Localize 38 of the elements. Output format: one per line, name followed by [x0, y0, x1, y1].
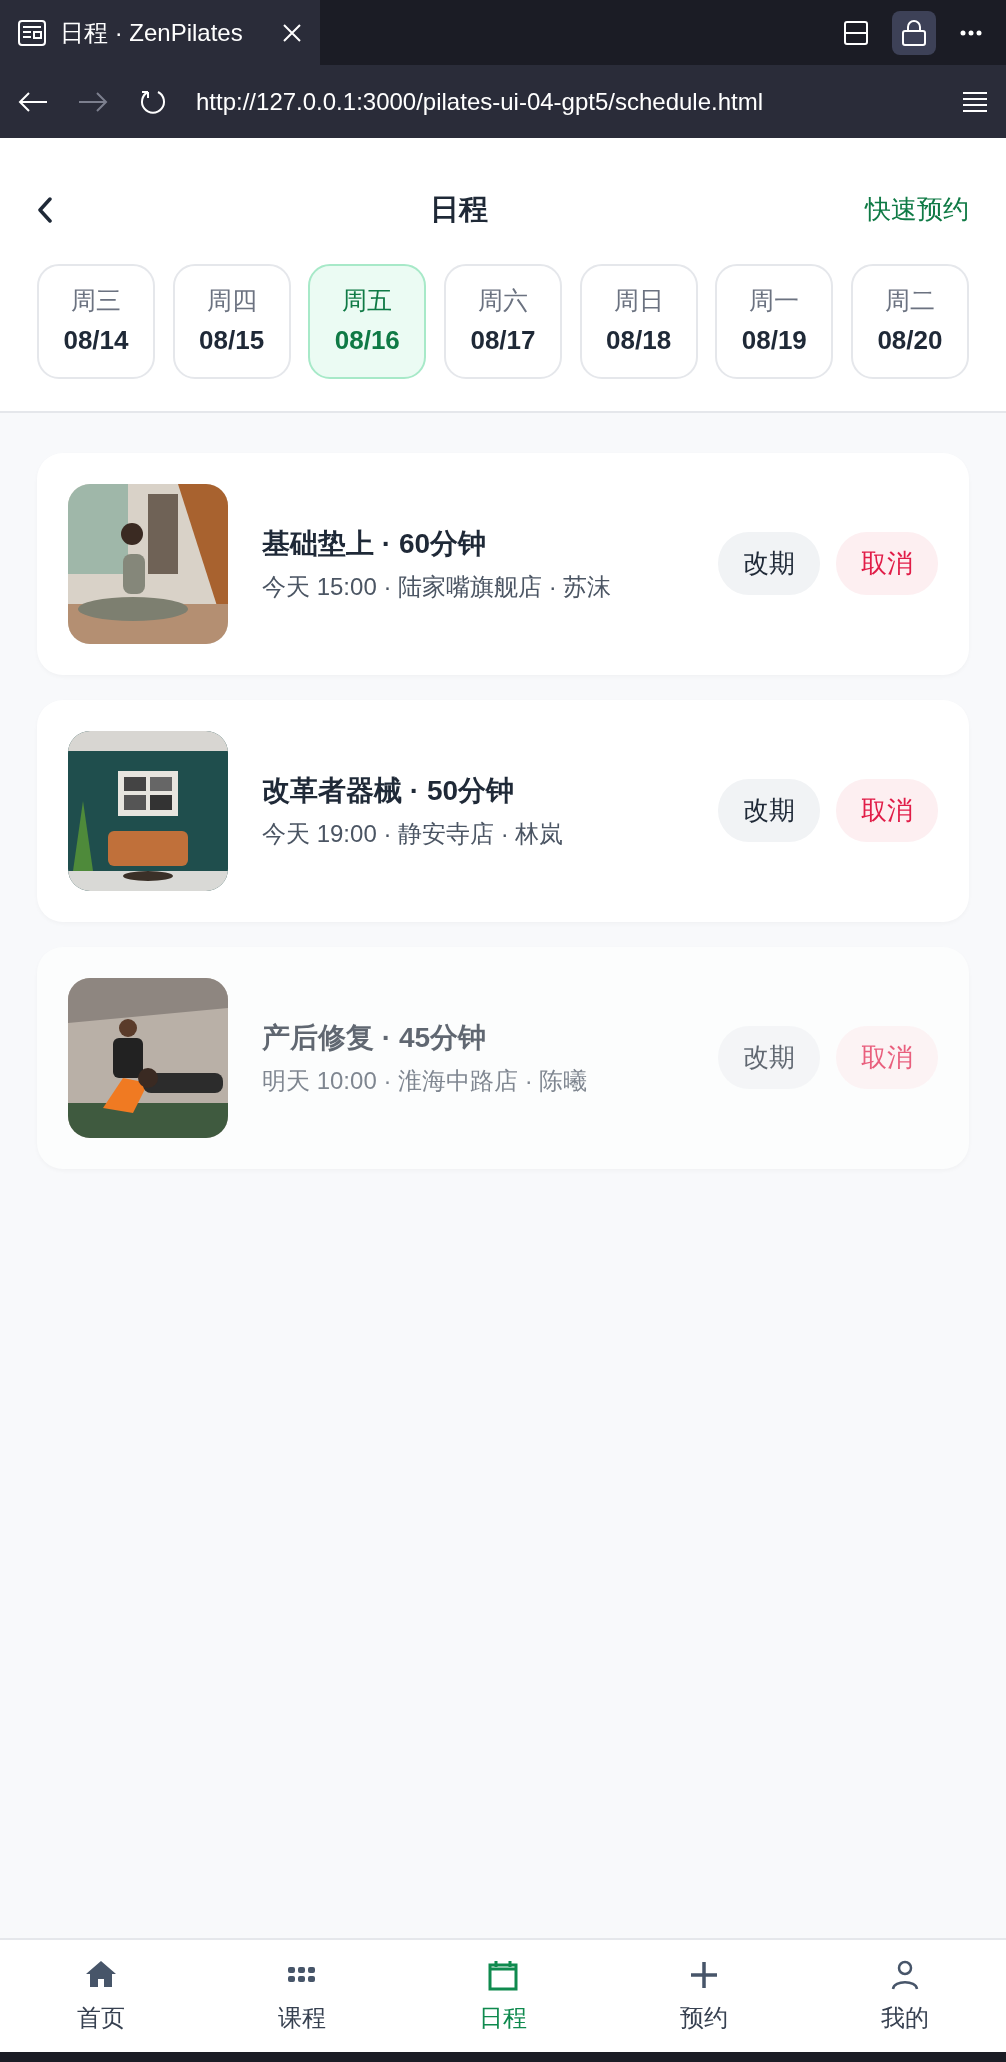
browser-tab[interactable]: 日程 · ZenPilates [0, 0, 320, 65]
date-tab[interactable]: 周二 08/20 [850, 263, 969, 379]
date-tab[interactable]: 周五 08/16 [308, 263, 427, 379]
nav-tab[interactable]: 我的 [804, 1940, 1006, 2052]
forward-arrow-icon[interactable] [78, 90, 108, 113]
nav-tab[interactable]: 日程 [402, 1940, 604, 2052]
reschedule-button[interactable]: 改期 [718, 1026, 820, 1089]
more-icon[interactable] [960, 29, 982, 36]
date-tab[interactable]: 周六 08/17 [443, 263, 562, 379]
back-arrow-icon[interactable] [18, 90, 48, 113]
quick-booking-link[interactable]: 快速预约 [865, 190, 969, 230]
lock-button[interactable] [892, 10, 936, 55]
calendar-icon [486, 1958, 520, 1992]
reschedule-button[interactable]: 改期 [718, 532, 820, 595]
session-details: 今天 19:00 · 静安寺店 · 林岚 [262, 818, 565, 849]
session-details: 今天 15:00 · 陆家嘴旗舰店 · 苏沫 [262, 571, 613, 602]
session-title: 基础垫上 · 60分钟 [262, 526, 488, 561]
split-view-icon[interactable] [844, 20, 868, 45]
reschedule-button[interactable]: 改期 [718, 779, 820, 842]
back-icon[interactable] [37, 196, 53, 223]
close-icon[interactable] [282, 22, 302, 43]
menu-icon[interactable] [962, 90, 988, 113]
page-icon [18, 19, 46, 46]
date-tab[interactable]: 周四 08/15 [172, 263, 291, 379]
cancel-button[interactable]: 取消 [836, 532, 938, 595]
date-tab[interactable]: 周日 08/18 [579, 263, 698, 379]
cancel-button[interactable]: 取消 [836, 779, 938, 842]
tab-title: 日程 · ZenPilates [60, 17, 243, 48]
nav-tab[interactable]: 首页 [0, 1940, 202, 2052]
session-title: 改革者器械 · 50分钟 [262, 773, 516, 808]
date-tab[interactable]: 周三 08/14 [37, 263, 155, 379]
nav-tab[interactable]: 课程 [201, 1940, 403, 2052]
lock-icon [901, 18, 927, 47]
session-title: 产后修复 · 45分钟 [262, 1020, 488, 1055]
session-details: 明天 10:00 · 淮海中路店 · 陈曦 [262, 1065, 589, 1096]
nav-tab[interactable]: 预约 [603, 1940, 805, 2052]
page-title: 日程 [430, 192, 488, 227]
date-tab[interactable]: 周一 08/19 [715, 263, 834, 379]
